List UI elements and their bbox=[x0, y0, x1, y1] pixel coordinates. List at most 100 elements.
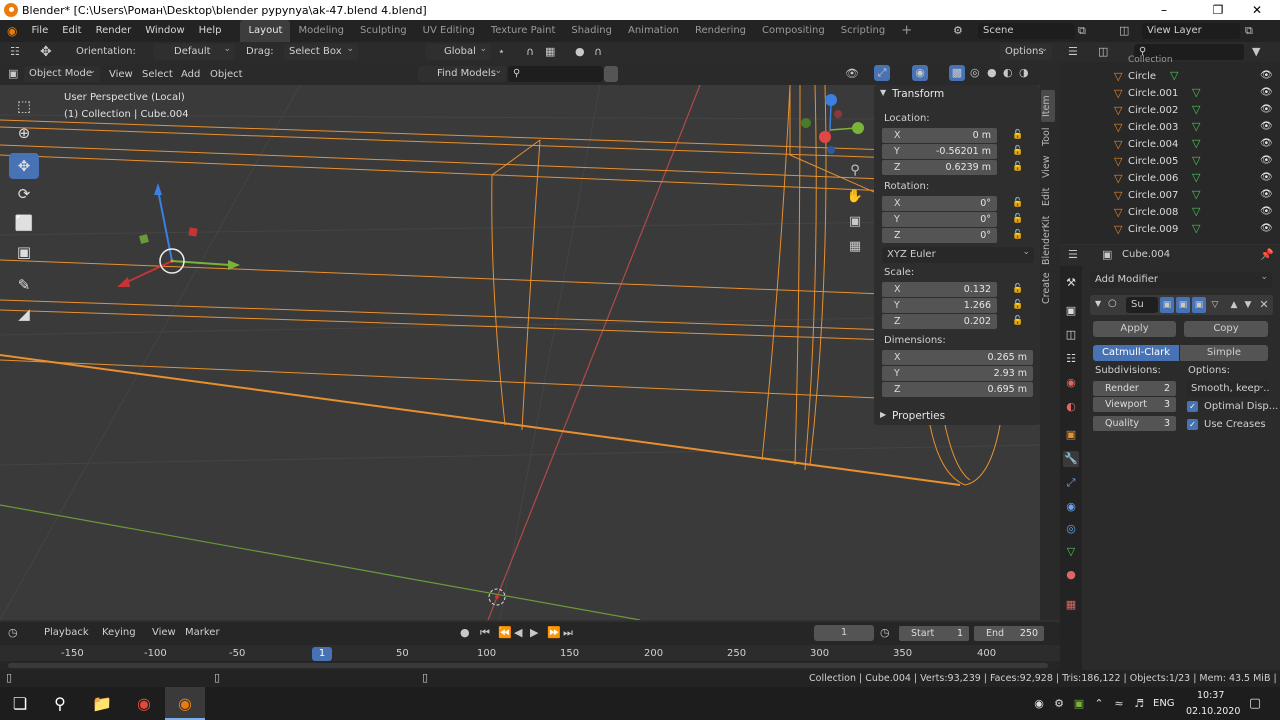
tab-tool[interactable]: Tool bbox=[1041, 124, 1055, 150]
end-frame-field[interactable]: End 250 bbox=[974, 626, 1044, 641]
notifications-icon[interactable]: ▢ bbox=[1240, 687, 1270, 720]
render-props-icon[interactable]: ▣ bbox=[1063, 303, 1079, 319]
use-creases-checkbox[interactable]: ✓ bbox=[1187, 419, 1198, 430]
outliner-editor-icon[interactable]: ☰ bbox=[1068, 44, 1078, 60]
tab-texture-paint[interactable]: Texture Paint bbox=[483, 20, 564, 42]
viewport-editor-icon[interactable]: ▣ bbox=[8, 66, 18, 82]
viewport-toggle-icon[interactable]: ▣ bbox=[1176, 297, 1190, 313]
outliner-row-circle-003[interactable]: ▽ Circle.003 ▽ 👁 bbox=[1060, 120, 1280, 137]
eye-icon[interactable]: 👁 bbox=[1260, 206, 1273, 217]
modifier-collapse-icon[interactable]: ▼ bbox=[1095, 299, 1101, 308]
properties-panel-title[interactable]: Properties bbox=[892, 410, 945, 422]
keying-menu[interactable]: Keying bbox=[102, 627, 136, 638]
view-layer-field[interactable]: View Layer bbox=[1142, 23, 1240, 39]
tray-up-icon[interactable]: ⌃ bbox=[1090, 687, 1108, 720]
particles-icon[interactable]: ⤢ bbox=[1063, 475, 1079, 491]
physics-icon[interactable]: ◉ bbox=[1063, 499, 1079, 515]
transform-tool-icon[interactable]: ▣ bbox=[9, 239, 39, 265]
tab-scripting[interactable]: Scripting bbox=[833, 20, 893, 42]
solid-shading-icon[interactable]: ● bbox=[987, 65, 997, 81]
nvidia-tray-icon[interactable]: ▣ bbox=[1070, 687, 1088, 720]
display-mode-icon[interactable]: ◫ bbox=[1098, 44, 1108, 60]
timeline-scrollbar[interactable] bbox=[8, 663, 1048, 668]
edit-mode-toggle-icon[interactable]: ▣ bbox=[1160, 297, 1174, 313]
tab-sculpting[interactable]: Sculpting bbox=[352, 20, 415, 42]
scene-name-field[interactable]: Scene bbox=[978, 23, 1075, 39]
blenderkit-search-input[interactable]: ⚲ bbox=[508, 66, 603, 82]
material-shading-icon[interactable]: ◐ bbox=[1003, 65, 1013, 81]
eye-icon[interactable]: 👁 bbox=[1260, 87, 1273, 98]
location-y-field[interactable]: Y -0.56201 m bbox=[882, 144, 997, 159]
menu-help[interactable]: Help bbox=[192, 20, 229, 42]
playhead-frame[interactable]: 1 bbox=[312, 647, 332, 661]
editor-type-icon[interactable]: ☷ bbox=[10, 44, 20, 60]
pan-hand-icon[interactable]: ✋ bbox=[846, 189, 864, 205]
next-keyframe-icon[interactable]: ⏩ bbox=[547, 625, 561, 641]
prev-keyframe-icon[interactable]: ⏪ bbox=[498, 625, 512, 641]
xray-toggle-icon[interactable]: ▩ bbox=[949, 65, 965, 81]
texture-props-icon[interactable]: ▦ bbox=[1063, 597, 1079, 613]
outliner-row-circle-001[interactable]: ▽ Circle.001 ▽ 👁 bbox=[1060, 86, 1280, 103]
eye-icon[interactable]: 👁 bbox=[1260, 138, 1273, 149]
measure-tool-icon[interactable]: ◢ bbox=[9, 301, 39, 327]
search-icon[interactable]: ⚲ bbox=[40, 687, 80, 720]
file-explorer-icon[interactable]: 📁 bbox=[82, 687, 122, 720]
volume-icon[interactable]: ♬ bbox=[1130, 687, 1148, 720]
tab-uv-editing[interactable]: UV Editing bbox=[415, 20, 483, 42]
world-props-icon[interactable]: ◐ bbox=[1063, 399, 1079, 415]
scene-props-icon[interactable]: ◉ bbox=[1063, 375, 1079, 391]
scale-z-field[interactable]: Z 0.202 bbox=[882, 314, 997, 329]
copy-button[interactable]: Copy bbox=[1184, 321, 1268, 337]
modifier-wrench-icon[interactable]: 🔧 bbox=[1063, 451, 1079, 467]
tab-modeling[interactable]: Modeling bbox=[290, 20, 352, 42]
tab-item[interactable]: Item bbox=[1041, 90, 1055, 122]
outliner-row-circle-006[interactable]: ▽ Circle.006 ▽ 👁 bbox=[1060, 171, 1280, 188]
outliner-collection-row[interactable]: Collection bbox=[1128, 55, 1173, 62]
transform-panel-title[interactable]: Transform bbox=[892, 88, 944, 100]
remove-modifier-icon[interactable]: ✕ bbox=[1258, 297, 1270, 313]
view-menu-timeline[interactable]: View bbox=[152, 627, 176, 638]
add-workspace-icon[interactable]: + bbox=[893, 20, 920, 42]
wifi-icon[interactable]: ≈ bbox=[1110, 687, 1128, 720]
menu-edit[interactable]: Edit bbox=[55, 20, 88, 42]
wireframe-shading-icon[interactable]: ◎ bbox=[970, 65, 980, 81]
eye-icon[interactable]: 👁 bbox=[1260, 189, 1273, 200]
lock-scale-x-icon[interactable]: 🔓 bbox=[1012, 284, 1026, 295]
windows-start-icon[interactable]: ❏ bbox=[0, 687, 40, 720]
jump-end-icon[interactable]: ⏭ bbox=[563, 625, 573, 641]
chrome-icon[interactable]: ◉ bbox=[124, 687, 164, 720]
scale-y-field[interactable]: Y 1.266 bbox=[882, 298, 997, 313]
filter-icon[interactable]: ▼ bbox=[1252, 44, 1260, 60]
record-icon[interactable]: ● bbox=[460, 625, 470, 641]
options-dropdown[interactable]: Options bbox=[1000, 44, 1052, 60]
mesh-data-tab-icon[interactable]: ▽ bbox=[1063, 544, 1079, 560]
scale-tool-icon[interactable]: ⬜ bbox=[9, 210, 39, 236]
dimensions-z-field[interactable]: Z 0.695 m bbox=[882, 382, 1033, 397]
tab-animation[interactable]: Animation bbox=[620, 20, 687, 42]
outliner-row-circle-009[interactable]: ▽ Circle.009 ▽ 👁 bbox=[1060, 222, 1280, 239]
properties-expand-icon[interactable]: ▶ bbox=[880, 410, 886, 419]
marker-menu[interactable]: Marker bbox=[185, 627, 220, 638]
rotation-mode-dropdown[interactable]: XYZ Euler bbox=[882, 247, 1034, 263]
play-reverse-icon[interactable]: ◀ bbox=[514, 625, 522, 641]
lock-scale-z-icon[interactable]: 🔓 bbox=[1012, 316, 1026, 327]
object-props-tab-icon[interactable]: ▣ bbox=[1063, 427, 1079, 443]
rotation-x-field[interactable]: X 0° bbox=[882, 196, 997, 211]
snap-icon[interactable]: ∩ bbox=[526, 44, 534, 60]
tab-shading[interactable]: Shading bbox=[563, 20, 620, 42]
view-layer-props-icon[interactable]: ☷ bbox=[1063, 351, 1079, 367]
zoom-icon[interactable]: ⚲ bbox=[846, 163, 864, 179]
pivot-point-icon[interactable]: ⋆ bbox=[498, 44, 505, 60]
dimensions-x-field[interactable]: X 0.265 m bbox=[882, 350, 1033, 365]
outliner-row-circle[interactable]: ▽ Circle ▽ 👁 bbox=[1060, 69, 1280, 86]
transform-orientation-dropdown[interactable]: Global bbox=[425, 44, 491, 60]
tool-props-icon[interactable]: ⚒ bbox=[1063, 275, 1079, 291]
ortho-toggle-icon[interactable]: ▦ bbox=[846, 239, 864, 255]
cage-toggle-icon[interactable]: ▽ bbox=[1208, 297, 1222, 313]
location-x-field[interactable]: X 0 m bbox=[882, 128, 997, 143]
lock-location-z-icon[interactable]: 🔓 bbox=[1012, 162, 1026, 173]
object-menu[interactable]: Object bbox=[210, 69, 243, 80]
dimensions-y-field[interactable]: Y 2.93 m bbox=[882, 366, 1033, 381]
snap-grid-icon[interactable]: ▦ bbox=[545, 44, 555, 60]
eye-icon[interactable]: 👁 bbox=[1260, 223, 1273, 234]
